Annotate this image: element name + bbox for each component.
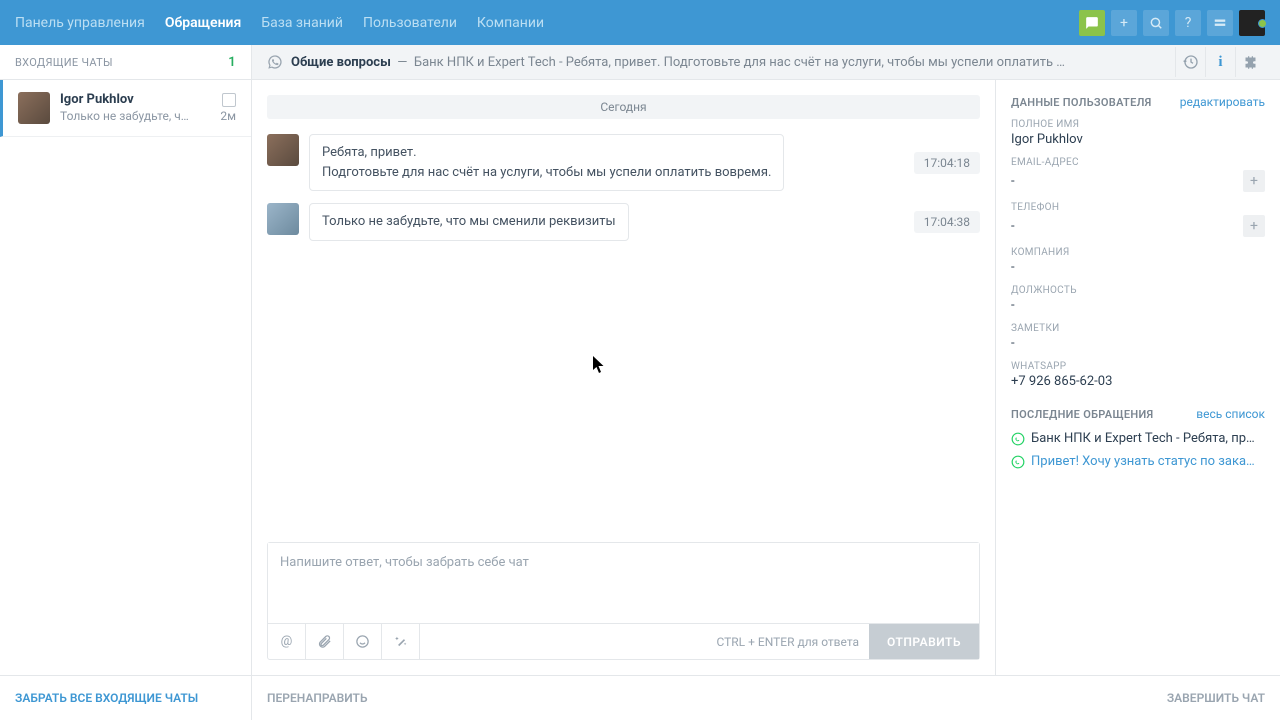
recent-tickets-title: ПОСЛЕДНИЕ ОБРАЩЕНИЯ xyxy=(1011,408,1153,421)
info-icon[interactable]: i xyxy=(1205,47,1235,77)
phone-value: -+ xyxy=(1011,215,1265,237)
plus-icon[interactable]: + xyxy=(1111,10,1137,36)
top-navbar: Панель управления Обращения База знаний … xyxy=(0,0,1280,45)
attachment-icon[interactable] xyxy=(306,624,344,659)
user-data-title: ДАННЫЕ ПОЛЬЗОВАТЕЛЯ xyxy=(1011,96,1152,109)
history-icon[interactable] xyxy=(1175,47,1205,77)
recent-ticket[interactable]: Банк НПК и Expert Tech - Ребята, пр… xyxy=(1011,431,1265,446)
recent-ticket[interactable]: Привет! Хочу узнать статус по зака… xyxy=(1011,454,1265,469)
redirect-button[interactable]: ПЕРЕНАПРАВИТЬ xyxy=(267,691,367,705)
chat-header: Общие вопросы — Банк НПК и Expert Tech -… xyxy=(252,45,1280,80)
send-button[interactable]: ОТПРАВИТЬ xyxy=(869,624,979,659)
help-icon[interactable]: ? xyxy=(1175,10,1201,36)
main-nav: Панель управления Обращения База знаний … xyxy=(15,15,544,31)
date-separator: Сегодня xyxy=(267,95,980,119)
nav-kb[interactable]: База знаний xyxy=(261,15,343,31)
chat-subject: Общие вопросы — Банк НПК и Expert Tech -… xyxy=(291,55,1167,70)
contact-name: Igor Pukhlov xyxy=(60,92,134,107)
message-bubble: Ребята, привет. Подготовьте для нас счёт… xyxy=(309,134,784,191)
chat-preview: Только не забудьте, чт… xyxy=(60,109,190,123)
field-label: WHATSAPP xyxy=(1011,361,1265,372)
full-name-value: Igor Pukhlov xyxy=(1011,132,1265,147)
field-label: КОМПАНИЯ xyxy=(1011,247,1265,258)
field-label: ТЕЛЕФОН xyxy=(1011,202,1265,213)
whatsapp-value: +7 926 865-62-03 xyxy=(1011,374,1265,389)
emoji-icon[interactable] xyxy=(344,624,382,659)
message-time: 17:04:18 xyxy=(914,152,980,174)
nav-users[interactable]: Пользователи xyxy=(363,15,457,31)
message-row: Только не забудьте, что мы сменили рекви… xyxy=(267,203,980,241)
reply-input[interactable] xyxy=(268,543,979,623)
message-row: Ребята, привет. Подготовьте для нас счёт… xyxy=(267,134,980,191)
message-bubble: Только не забудьте, что мы сменили рекви… xyxy=(309,203,629,241)
user-avatar[interactable] xyxy=(1239,10,1265,36)
field-label: EMAIL-АДРЕС xyxy=(1011,157,1265,168)
all-tickets-link[interactable]: весь список xyxy=(1196,407,1265,421)
sidebar-title: ВХОДЯЩИЕ ЧАТЫ xyxy=(15,56,113,69)
plugin-icon[interactable] xyxy=(1235,47,1265,77)
user-info-panel: ДАННЫЕ ПОЛЬЗОВАТЕЛЯ редактировать ПОЛНОЕ… xyxy=(995,80,1280,675)
position-value: - xyxy=(1011,298,1265,313)
chat-footer: ПЕРЕНАПРАВИТЬ ЗАВЕРШИТЬ ЧАТ xyxy=(252,675,1280,720)
field-label: ЗАМЕТКИ xyxy=(1011,323,1265,334)
contact-avatar xyxy=(18,92,50,124)
chat-content: Общие вопросы — Банк НПК и Expert Tech -… xyxy=(252,45,1280,720)
nav-companies[interactable]: Компании xyxy=(477,15,544,31)
chat-list-item[interactable]: Igor Pukhlov Только не забудьте, чт… 2м xyxy=(0,80,251,137)
whatsapp-icon xyxy=(267,54,283,70)
message-time: 17:04:38 xyxy=(914,211,980,233)
chat-icon[interactable] xyxy=(1079,10,1105,36)
field-label: ПОЛНОЕ ИМЯ xyxy=(1011,119,1265,130)
nav-dashboard[interactable]: Панель управления xyxy=(15,15,145,31)
add-phone-button[interactable]: + xyxy=(1243,215,1265,237)
apps-icon[interactable] xyxy=(1207,10,1233,36)
field-label: ДОЛЖНОСТЬ xyxy=(1011,285,1265,296)
chat-time: 2м xyxy=(220,109,236,123)
company-value: - xyxy=(1011,260,1265,275)
send-hint: CTRL + ENTER для ответа xyxy=(716,635,869,649)
select-checkbox[interactable] xyxy=(222,93,236,107)
sidebar-header: ВХОДЯЩИЕ ЧАТЫ 1 xyxy=(0,45,251,80)
email-value: -+ xyxy=(1011,170,1265,192)
end-chat-button[interactable]: ЗАВЕРШИТЬ ЧАТ xyxy=(1167,691,1265,705)
notes-value: - xyxy=(1011,336,1265,351)
cursor-icon xyxy=(592,356,606,374)
chat-sidebar: ВХОДЯЩИЕ ЧАТЫ 1 Igor Pukhlov Только не з… xyxy=(0,45,252,720)
magic-icon[interactable] xyxy=(382,624,420,659)
edit-link[interactable]: редактировать xyxy=(1180,95,1265,109)
compose-box: @ CTRL + ENTER для ответа ОТПРАВИТЬ xyxy=(267,542,980,660)
nav-tickets[interactable]: Обращения xyxy=(165,15,241,31)
message-avatar xyxy=(267,134,299,166)
incoming-count: 1 xyxy=(228,55,236,70)
message-avatar xyxy=(267,203,299,235)
add-email-button[interactable]: + xyxy=(1243,170,1265,192)
search-icon[interactable] xyxy=(1143,10,1169,36)
whatsapp-icon xyxy=(1011,432,1025,446)
whatsapp-icon xyxy=(1011,455,1025,469)
take-all-chats-button[interactable]: ЗАБРАТЬ ВСЕ ВХОДЯЩИЕ ЧАТЫ xyxy=(0,675,251,720)
mention-icon[interactable]: @ xyxy=(268,624,306,659)
messages-area: Сегодня Ребята, привет. Подготовьте для … xyxy=(252,80,995,675)
